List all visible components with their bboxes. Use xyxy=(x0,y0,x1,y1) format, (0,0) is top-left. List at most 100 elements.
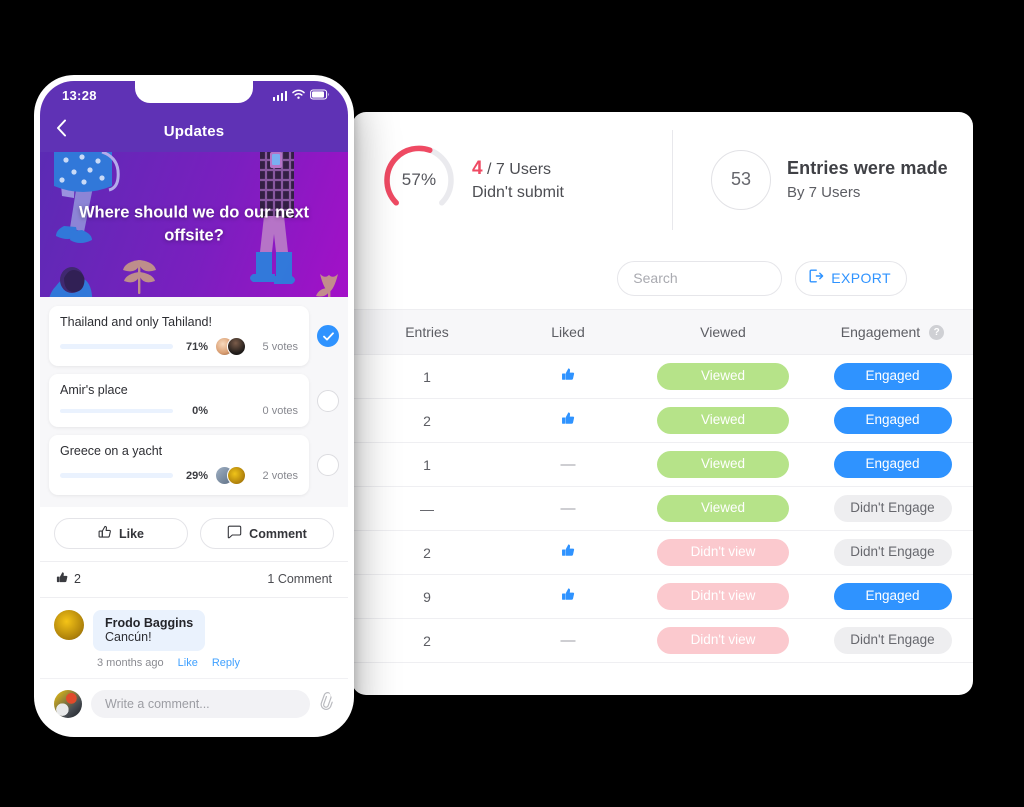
cell-liked: — xyxy=(502,486,634,531)
comment-bubble: Frodo Baggins Cancún! xyxy=(93,610,206,651)
poll-progress-track xyxy=(60,408,173,414)
cell-engagement: Didn't Engage xyxy=(812,486,973,531)
table-header: Entries Liked Viewed Engagement ? xyxy=(352,309,973,355)
signal-bars-icon xyxy=(272,90,287,102)
entries-table: Entries Liked Viewed Engagement ? 1 View… xyxy=(352,309,973,663)
table-row[interactable]: 2 Didn't view Didn't Engage xyxy=(352,530,973,575)
poll-option-votes: 0 votes xyxy=(262,405,298,417)
cell-entries: 2 xyxy=(352,398,502,443)
viewed-status-badge: Viewed xyxy=(657,451,789,478)
export-button[interactable]: EXPORT xyxy=(795,260,907,296)
poll-option-row[interactable]: Greece on a yacht 29% 2 votes xyxy=(49,435,339,495)
comment-text: Cancún! xyxy=(105,630,152,644)
cell-viewed: Viewed xyxy=(634,442,812,487)
viewed-status-badge: Viewed xyxy=(657,407,789,434)
cell-liked xyxy=(502,530,634,575)
engagement-status-badge: Didn't Engage xyxy=(833,627,952,654)
search-input[interactable] xyxy=(633,270,815,286)
engagement-status-badge: Engaged xyxy=(833,407,952,434)
poll-option-label: Thailand and only Tahiland! xyxy=(60,315,212,329)
submission-big-number: 4 xyxy=(472,157,483,179)
likes-count-value: 2 xyxy=(74,572,81,586)
engagement-status-badge: Engaged xyxy=(833,451,952,478)
poll-option-card[interactable]: Amir's place 0% 0 votes xyxy=(49,374,309,427)
table-row[interactable]: 9 Didn't view Engaged xyxy=(352,574,973,619)
cell-engagement: Didn't Engage xyxy=(812,530,973,575)
analytics-dashboard-card: 57% 4 / 7 Users Didn't submit 53 Entries… xyxy=(352,112,973,695)
column-header-liked-label: Liked xyxy=(551,324,585,340)
table-row[interactable]: 1 — Viewed Engaged xyxy=(352,442,973,487)
comment-button[interactable]: Comment xyxy=(200,518,334,549)
poll-option-row[interactable]: Amir's place 0% 0 votes xyxy=(49,374,339,427)
column-header-engagement[interactable]: Engagement ? xyxy=(812,309,973,355)
export-arrow-icon xyxy=(808,268,824,289)
thumbs-up-outline-icon xyxy=(98,525,112,542)
poll-option-percent: 29% xyxy=(185,469,208,482)
poll-voter-avatars xyxy=(215,337,247,356)
viewed-status-badge: Viewed xyxy=(657,495,789,522)
comment-composer: Write a comment... xyxy=(40,679,348,731)
poll-option-row[interactable]: Thailand and only Tahiland! 71% 5 votes xyxy=(49,306,339,366)
cell-entries: 1 xyxy=(352,442,502,487)
poll-option-label: Greece on a yacht xyxy=(60,444,163,458)
thumbs-up-filled-icon xyxy=(561,368,576,386)
entries-subtext: By 7 Users xyxy=(787,183,861,201)
entries-count-circle: 53 xyxy=(711,149,771,210)
like-button[interactable]: Like xyxy=(54,518,188,549)
export-button-label: EXPORT xyxy=(831,270,891,286)
comment-like-link[interactable]: Like xyxy=(178,657,198,669)
viewed-status-badge: Didn't view xyxy=(657,627,789,654)
poll-option-card[interactable]: Thailand and only Tahiland! 71% 5 votes xyxy=(49,306,309,366)
cell-entries: — xyxy=(352,486,502,531)
comment-author: Frodo Baggins xyxy=(105,616,194,630)
thumbs-up-filled-icon xyxy=(561,544,576,562)
column-header-engagement-label: Engagement xyxy=(840,324,921,340)
table-row[interactable]: 1 Viewed Engaged xyxy=(352,354,973,399)
cell-entries: 2 xyxy=(352,530,502,575)
chevron-left-icon[interactable] xyxy=(56,119,67,143)
column-header-liked[interactable]: Liked xyxy=(502,309,634,355)
cell-entries: 2 xyxy=(352,618,502,663)
comment-input[interactable]: Write a comment... xyxy=(91,690,310,718)
thumbs-up-filled-icon xyxy=(56,571,69,587)
voter-avatar xyxy=(227,466,246,485)
table-row[interactable]: — — Viewed Didn't Engage xyxy=(352,486,973,531)
comment-button-label: Comment xyxy=(249,526,307,541)
cell-liked xyxy=(502,574,634,619)
tulip-decoration xyxy=(316,273,338,297)
voter-avatar xyxy=(227,337,246,356)
comments-count[interactable]: 1 Comment xyxy=(267,572,332,586)
phone-mockup: 13:28 Updates Where should we do our nex… xyxy=(34,75,354,737)
column-header-entries[interactable]: Entries xyxy=(352,309,502,355)
table-row[interactable]: 2 — Didn't view Didn't Engage xyxy=(352,618,973,663)
poll-option-card[interactable]: Greece on a yacht 29% 2 votes xyxy=(49,435,309,495)
poll-option-radio[interactable] xyxy=(317,454,339,476)
gauge-percent-label: 57% xyxy=(401,169,437,189)
like-button-label: Like xyxy=(118,526,144,541)
submission-total: / 7 Users xyxy=(482,160,552,178)
poll-option-meter: 29% 2 votes xyxy=(60,466,298,485)
engagement-status-badge: Didn't Engage xyxy=(833,539,952,566)
column-header-viewed[interactable]: Viewed xyxy=(634,309,812,355)
poll-option-radio[interactable] xyxy=(317,389,339,412)
poll-banner: Where should we do our next offsite? xyxy=(40,151,348,297)
likes-count[interactable]: 2 xyxy=(56,571,81,587)
phone-nav-title: Updates xyxy=(163,122,225,140)
phone-nav-bar: Updates xyxy=(40,110,348,152)
comment-reply-link[interactable]: Reply xyxy=(212,657,240,669)
empty-value-dash: — xyxy=(560,632,576,649)
poll-option-radio[interactable] xyxy=(317,325,339,347)
phone-status-bar: 13:28 xyxy=(40,81,348,111)
cell-liked: — xyxy=(502,442,634,487)
paperclip-icon[interactable] xyxy=(315,691,338,717)
poll-option-meter: 0% 0 votes xyxy=(60,405,298,417)
table-row[interactable]: 2 Viewed Engaged xyxy=(352,398,973,443)
submission-gauge: 57% xyxy=(382,143,456,217)
submission-rate-stat: 57% 4 / 7 Users Didn't submit xyxy=(382,143,672,217)
poll-progress-track xyxy=(60,473,173,478)
search-box[interactable] xyxy=(617,260,830,296)
poll-option-votes: 2 votes xyxy=(262,469,298,482)
cell-engagement: Engaged xyxy=(812,574,973,619)
help-circle-icon[interactable]: ? xyxy=(929,324,945,340)
empty-value-dash: — xyxy=(560,500,576,517)
